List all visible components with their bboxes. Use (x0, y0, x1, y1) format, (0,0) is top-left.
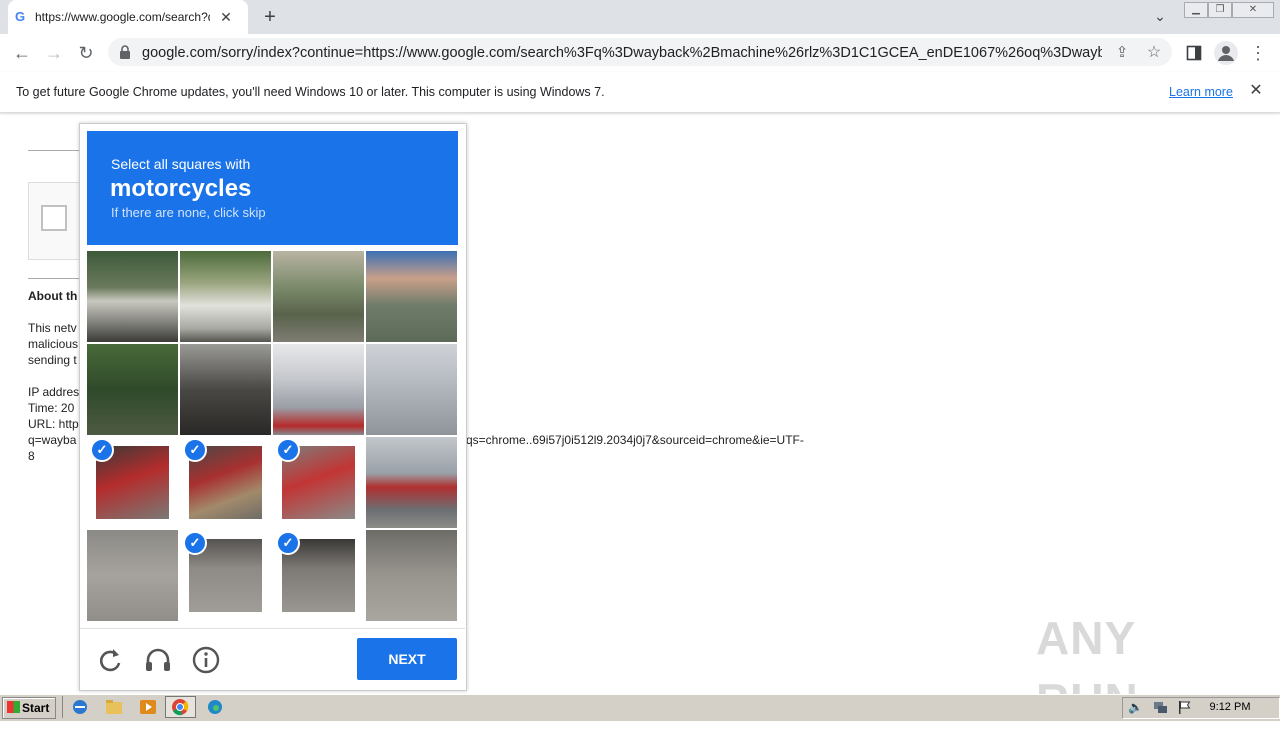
divider (28, 150, 80, 151)
captcha-tile[interactable] (180, 251, 271, 342)
captcha-tile[interactable] (366, 437, 457, 528)
time-label: Time: 20 (28, 401, 75, 415)
body-line: malicious (28, 337, 79, 351)
flag-icon[interactable] (1176, 699, 1192, 715)
checkmark-icon: ✓ (276, 531, 300, 555)
captcha-target: motorcycles (110, 175, 252, 202)
start-label: Start (22, 701, 50, 715)
checkmark-icon: ✓ (183, 531, 207, 555)
url-line: q=wayba (28, 433, 77, 447)
captcha-tile[interactable] (366, 530, 457, 621)
profile-avatar-icon[interactable] (1214, 41, 1238, 65)
captcha-tile[interactable] (366, 251, 457, 342)
captcha-hint: If there are none, click skip (111, 205, 266, 220)
network-icon[interactable] (1152, 699, 1168, 715)
internet-explorer-icon[interactable] (70, 698, 90, 716)
checkmark-icon: ✓ (90, 438, 114, 462)
restore-icon[interactable]: ❐ (1208, 2, 1232, 18)
captcha-tile[interactable] (87, 344, 178, 435)
captcha-tile[interactable] (273, 251, 364, 342)
divider (80, 628, 465, 629)
anyrun-watermark: ANY RUN (1036, 612, 1138, 726)
divider (62, 696, 63, 718)
edge-icon[interactable] (205, 698, 225, 716)
google-favicon-icon: G (14, 9, 26, 24)
tab-title[interactable]: https://www.google.com/search?q= (35, 9, 210, 25)
plus-icon[interactable]: + (258, 5, 282, 29)
next-button[interactable]: NEXT (357, 638, 457, 680)
menu-kebab-icon[interactable]: ⋮ (1246, 42, 1270, 64)
body-line: This netv (28, 321, 77, 335)
headphones-icon[interactable] (143, 645, 173, 675)
url-text[interactable]: google.com/sorry/index?continue=https://… (142, 44, 1102, 62)
captcha-tile[interactable] (366, 344, 457, 435)
url-tail: qs=chrome..69i57j0i512l9.2034j0j7&source… (466, 433, 804, 447)
info-icon[interactable] (191, 645, 221, 675)
start-button[interactable]: Start (2, 697, 56, 719)
recaptcha-checkbox[interactable] (41, 205, 67, 231)
folder-icon[interactable] (104, 698, 124, 716)
reload-icon[interactable] (95, 645, 125, 675)
checkmark-icon: ✓ (276, 438, 300, 462)
chevron-down-icon[interactable]: ⌄ (1150, 8, 1170, 26)
divider (28, 278, 80, 279)
close-icon[interactable]: ✕ (1247, 82, 1265, 100)
ip-label: IP addres (28, 385, 80, 399)
captcha-tile[interactable] (87, 251, 178, 342)
captcha-tile[interactable] (273, 344, 364, 435)
share-icon[interactable]: ⇪ (1110, 42, 1134, 64)
close-icon[interactable]: ✕ (218, 9, 234, 25)
captcha-instruction: Select all squares with (111, 156, 251, 172)
windows-logo-icon (7, 701, 20, 713)
chrome-icon (172, 699, 189, 716)
volume-icon[interactable]: 🔈 (1128, 699, 1144, 715)
chrome-taskbar-button[interactable] (165, 696, 196, 718)
captcha-tile[interactable] (87, 530, 178, 621)
captcha-tile[interactable] (180, 344, 271, 435)
lock-icon[interactable] (118, 44, 132, 60)
about-heading: About th (28, 289, 78, 303)
window-close-icon[interactable]: ✕ (1232, 2, 1274, 18)
forward-arrow-icon[interactable]: → (42, 42, 66, 64)
url-end: 8 (28, 449, 35, 463)
checkmark-icon: ✓ (183, 438, 207, 462)
star-icon[interactable]: ☆ (1142, 42, 1166, 64)
reload-page-icon[interactable]: ↻ (74, 42, 98, 64)
url-label: URL: http (28, 417, 79, 431)
side-panel-icon[interactable] (1182, 42, 1206, 64)
clock[interactable]: 9:12 PM (1200, 699, 1260, 715)
body-line: sending t (28, 353, 77, 367)
minimize-icon[interactable]: ▁ (1184, 2, 1208, 18)
infobar-message: To get future Google Chrome updates, you… (16, 85, 605, 99)
back-arrow-icon[interactable]: ← (10, 42, 34, 64)
learn-more-link[interactable]: Learn more (1169, 83, 1233, 101)
media-player-icon[interactable] (138, 698, 158, 716)
